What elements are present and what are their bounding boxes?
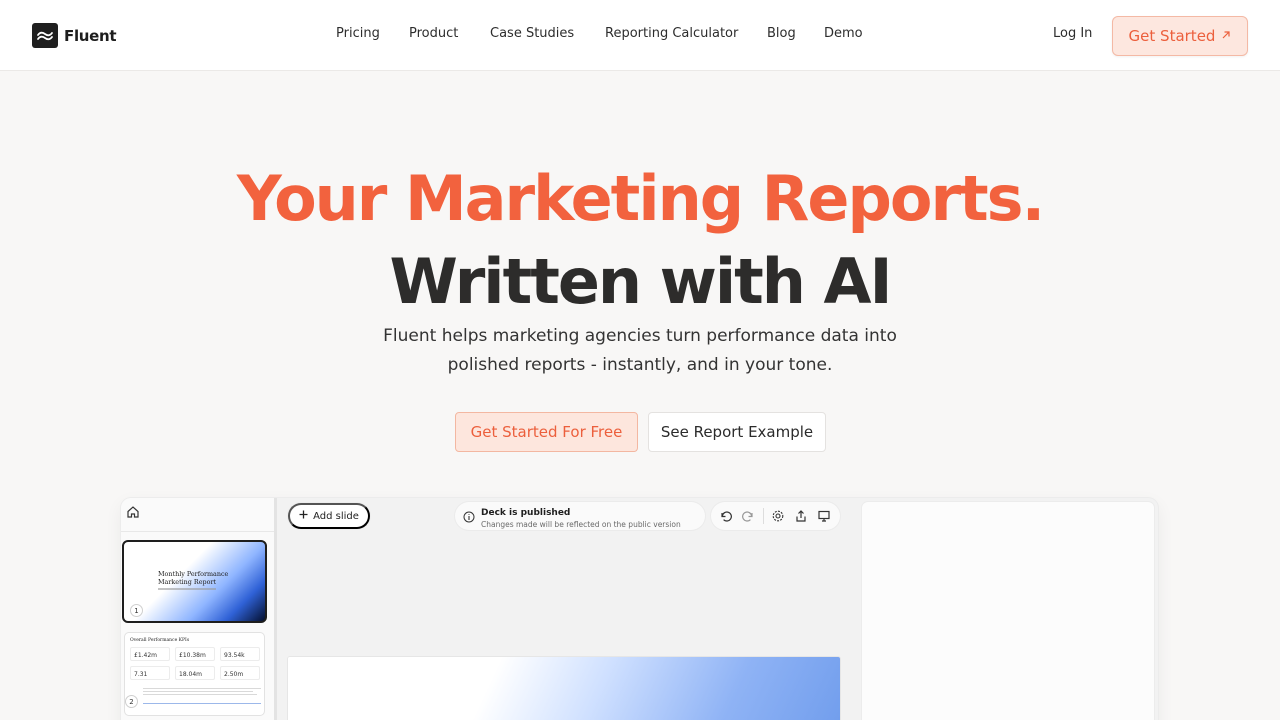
kpi-value: 7.31 [134, 671, 148, 678]
fluent-logo-icon [32, 23, 58, 48]
top-navigation: Fluent Pricing Product Case Studies Repo… [0, 0, 1280, 71]
slide-sidebar: Monthly Performance Marketing Report 1 O… [121, 498, 277, 720]
nav-link-case-studies[interactable]: Case Studies [490, 26, 574, 41]
publish-status-subtitle: Changes made will be reflected on the pu… [481, 520, 681, 529]
properties-panel [862, 502, 1154, 720]
slide-2-title: Overall Performance KPIs [130, 638, 190, 643]
slide-1-title-line1: Monthly Performance [158, 570, 229, 578]
hero-subtitle: Fluent helps marketing agencies turn per… [380, 322, 900, 380]
kpi-card: £10.38m [175, 647, 215, 661]
editor-toolbar [711, 502, 840, 530]
publish-status-title: Deck is published [481, 508, 571, 518]
nav-link-pricing[interactable]: Pricing [336, 26, 380, 41]
info-icon [463, 510, 475, 523]
undo-icon[interactable] [719, 509, 733, 523]
hero-title-accent: Your Marketing Reports. [236, 162, 1045, 235]
get-started-label: Get Started [1128, 27, 1216, 45]
kpi-card: 7.31 [130, 666, 170, 680]
app-preview: Monthly Performance Marketing Report 1 O… [121, 498, 1158, 720]
hero-subtitle-line2: polished reports - instantly, and in you… [447, 355, 833, 375]
arrow-up-right-icon [1221, 29, 1231, 43]
nav-link-product[interactable]: Product [409, 26, 458, 41]
hero-title: Written with AI [389, 245, 892, 318]
slide-1-title: Monthly Performance Marketing Report [158, 570, 228, 586]
login-link[interactable]: Log In [1053, 26, 1092, 41]
hero-subtitle-line1: Fluent helps marketing agencies turn per… [383, 326, 897, 346]
text-placeholder-line [143, 694, 257, 695]
publish-status: Deck is published Changes made will be r… [455, 502, 705, 530]
add-slide-button[interactable]: Add slide [288, 503, 370, 529]
text-placeholder-line [143, 691, 253, 692]
kpi-value: 18.04m [179, 671, 203, 678]
home-icon[interactable] [126, 505, 140, 519]
nav-link-demo[interactable]: Demo [824, 26, 863, 41]
kpi-card: 93.54k [220, 647, 260, 661]
see-report-example-button[interactable]: See Report Example [648, 412, 826, 452]
toolbar-divider [763, 508, 764, 524]
kpi-value: 93.54k [224, 652, 245, 659]
plus-icon [299, 510, 308, 522]
get-started-button[interactable]: Get Started [1112, 16, 1248, 56]
kpi-value: £1.42m [134, 652, 158, 659]
brand-name: Fluent [64, 26, 117, 45]
slide-1-subtitle-placeholder [158, 588, 216, 590]
slide-number-2: 2 [125, 695, 138, 708]
kpi-card: 18.04m [175, 666, 215, 680]
kpi-value: 2.50m [224, 671, 244, 678]
slide-thumbnail-1[interactable]: Monthly Performance Marketing Report 1 [122, 540, 267, 623]
present-icon[interactable] [817, 509, 831, 523]
nav-link-reporting-calculator[interactable]: Reporting Calculator [605, 26, 738, 41]
slide-number-1: 1 [130, 604, 143, 617]
slide-canvas[interactable] [288, 657, 840, 720]
add-slide-label: Add slide [313, 510, 359, 522]
share-icon[interactable] [794, 509, 808, 523]
text-placeholder-line [143, 688, 261, 689]
settings-icon[interactable] [771, 509, 785, 523]
brand-logo-link[interactable]: Fluent [32, 23, 117, 48]
slide-thumbnail-2[interactable]: Overall Performance KPIs £1.42m £10.38m … [124, 632, 265, 716]
kpi-card: 2.50m [220, 666, 260, 680]
slide-1-title-line2: Marketing Report [158, 578, 217, 586]
kpi-card: £1.42m [130, 647, 170, 661]
nav-link-blog[interactable]: Blog [767, 26, 796, 41]
redo-icon[interactable] [741, 509, 755, 523]
kpi-value: £10.38m [179, 652, 206, 659]
sidebar-divider [121, 531, 274, 532]
chart-placeholder-line [143, 703, 261, 704]
get-started-free-button[interactable]: Get Started For Free [455, 412, 638, 452]
